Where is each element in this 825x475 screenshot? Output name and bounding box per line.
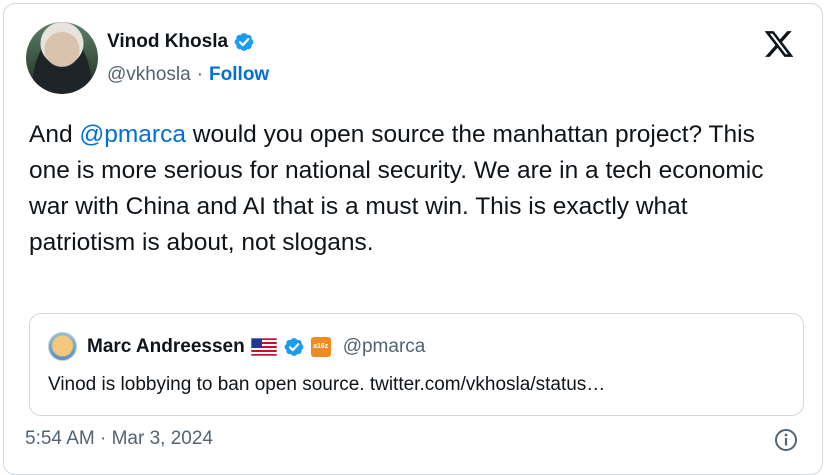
author-handle[interactable]: @vkhosla (107, 64, 191, 86)
quoted-avatar (48, 332, 77, 361)
info-icon[interactable] (774, 428, 798, 452)
quoted-header: Marc Andreessen a16z @pmarca (48, 332, 425, 361)
affiliate-badge: a16z (310, 336, 331, 357)
us-flag-icon (250, 337, 277, 356)
author-name-row: Vinod Khosla (107, 31, 255, 53)
quoted-text: Vinod is lobbying to ban open source. tw… (48, 374, 606, 395)
quoted-tweet[interactable]: Marc Andreessen a16z @pmarca Vinod is lo… (29, 313, 804, 416)
separator-dot: · (196, 64, 204, 85)
verified-badge-icon (284, 337, 304, 356)
quoted-handle: @pmarca (342, 335, 426, 357)
x-logo-icon[interactable] (762, 28, 796, 60)
author-handle-row: @vkhosla · Follow (107, 64, 269, 86)
author-avatar[interactable] (26, 22, 98, 94)
follow-button[interactable]: Follow (209, 64, 269, 86)
tweet-card: Vinod Khosla @vkhosla · Follow And @pmar… (3, 3, 823, 475)
author-name[interactable]: Vinod Khosla (107, 31, 228, 53)
tweet-timestamp[interactable]: 5:54 AM · Mar 3, 2024 (25, 428, 213, 450)
tweet-text-start: And (29, 121, 80, 148)
verified-badge-icon (234, 33, 254, 51)
quoted-author-name: Marc Andreessen (87, 335, 245, 357)
mention-link[interactable]: @pmarca (79, 121, 186, 148)
tweet-text: And @pmarca would you open source the ma… (29, 117, 789, 261)
